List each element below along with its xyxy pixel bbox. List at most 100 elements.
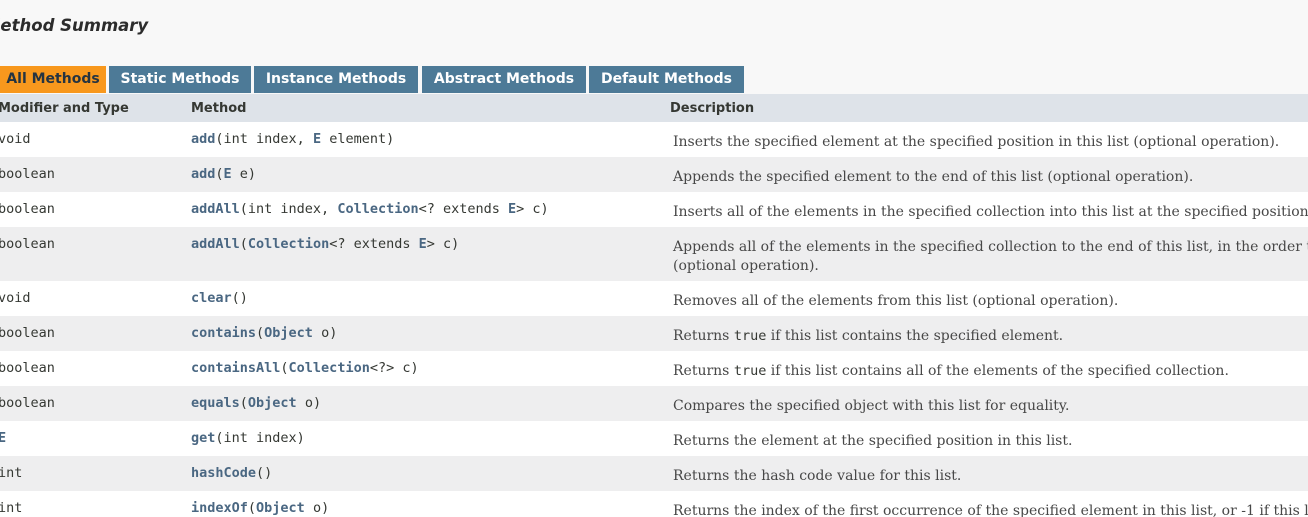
signature-text: > c): [516, 201, 549, 217]
table-row: boolean addAll(int index, Collection<? ex…: [0, 192, 1308, 227]
type-link[interactable]: Object: [256, 500, 305, 516]
section-title: Method Summary: [0, 16, 149, 35]
method-link[interactable]: get: [191, 430, 215, 446]
table-row: void clear() Removes all of the elements f…: [0, 281, 1308, 316]
table-row: void add(int index, E element) Inserts the…: [0, 122, 1308, 157]
table-header-row: Modifier and Type Method Description: [0, 94, 1308, 122]
signature-text: (: [280, 360, 289, 376]
table-row: boolean equals(Object o) Compares the spec…: [0, 386, 1308, 421]
method-signature: contains(Object o): [191, 325, 337, 341]
tab-instance-methods[interactable]: Instance Methods: [254, 66, 418, 93]
method-link[interactable]: addAll: [191, 236, 240, 252]
table-row: boolean contains(Object o) Returns true if…: [0, 316, 1308, 351]
description-text: if this list contains all of the element…: [766, 363, 1229, 379]
summary-header: Method Summary: [0, 0, 1308, 56]
return-type: boolean: [0, 236, 55, 252]
description-text: Returns: [673, 363, 734, 379]
signature-text: (int index): [215, 430, 305, 446]
method-signature: add(E e): [191, 166, 256, 182]
type-link[interactable]: E: [419, 236, 427, 252]
column-header-modifier-type: Modifier and Type: [0, 101, 129, 116]
tab-default-methods[interactable]: Default Methods: [589, 66, 744, 93]
table-row: boolean add(E e) Appends the specified ele…: [0, 157, 1308, 192]
signature-text: (: [215, 166, 224, 182]
return-type: int: [0, 465, 23, 481]
method-signature: add(int index, E element): [191, 131, 394, 147]
method-link[interactable]: add: [191, 166, 215, 182]
description-line: Inserts the specified element at the spe…: [673, 134, 1280, 150]
signature-text: (: [247, 500, 257, 516]
description-line: Returns the element at the specified pos…: [673, 433, 1073, 449]
description-text: Returns: [673, 328, 734, 344]
type-link[interactable]: Object: [264, 325, 313, 341]
signature-text: <? extends: [329, 236, 419, 252]
method-link[interactable]: containsAll: [191, 360, 280, 376]
signature-text: (int index,: [239, 201, 338, 217]
type-link[interactable]: Collection: [248, 236, 329, 252]
method-description: Returns the element at the specified pos…: [673, 432, 1308, 451]
inline-code: true: [733, 328, 767, 344]
method-link[interactable]: equals: [191, 395, 240, 411]
method-link[interactable]: clear: [191, 290, 232, 306]
table-row: boolean addAll(Collection<? extends E> c)…: [0, 227, 1308, 281]
method-signature: equals(Object o): [191, 395, 321, 411]
type-link[interactable]: Collection: [337, 201, 418, 217]
method-tab-strip: All Methods Static Methods Instance Meth…: [0, 56, 1308, 94]
method-link[interactable]: contains: [191, 325, 256, 341]
signature-text: o): [312, 325, 338, 341]
signature-text: <?> c): [369, 360, 419, 376]
signature-text: > c): [426, 236, 460, 252]
method-description: Appends the specified element to the end…: [673, 168, 1308, 187]
table-row: Eget(int index) Returns the element at th…: [0, 421, 1308, 456]
method-link[interactable]: indexOf: [191, 500, 248, 516]
signature-text: e): [231, 166, 257, 182]
method-link[interactable]: add: [191, 131, 215, 147]
return-type: void: [0, 131, 31, 147]
method-signature: addAll(int index, Collection<? extends E…: [191, 201, 549, 217]
type-link[interactable]: Object: [248, 395, 297, 411]
tab-abstract-methods[interactable]: Abstract Methods: [422, 66, 586, 93]
description-line: Returns the hash code value for this lis…: [673, 468, 962, 484]
tab-all-methods[interactable]: All Methods: [0, 66, 106, 93]
method-description: Returns the index of the first occurrenc…: [673, 502, 1308, 517]
description-line: Inserts all of the elements in the speci…: [673, 204, 1308, 220]
method-link[interactable]: hashCode: [191, 465, 256, 481]
type-link[interactable]: Collection: [289, 360, 370, 376]
column-header-description: Description: [670, 101, 755, 116]
method-link[interactable]: addAll: [191, 201, 240, 217]
description-line: Appends all of the elements in the speci…: [673, 239, 1308, 255]
method-signature: hashCode(): [191, 465, 272, 481]
signature-text: element): [321, 131, 395, 147]
page: Method Summary All Methods Static Method…: [0, 0, 1308, 517]
signature-text: <? extends: [418, 201, 509, 217]
signature-text: (: [256, 325, 265, 341]
method-signature: addAll(Collection<? extends E> c): [191, 236, 459, 252]
inline-code: true: [733, 363, 767, 379]
description-text: if this list contains the specified elem…: [766, 328, 1064, 344]
type-link[interactable]: E: [224, 166, 232, 182]
return-type: boolean: [0, 360, 55, 376]
return-type[interactable]: E: [0, 430, 6, 446]
type-link[interactable]: E: [508, 201, 516, 217]
method-description: Inserts all of the elements in the speci…: [673, 203, 1308, 222]
table-row: int indexOf(Object o) Returns the index of…: [0, 491, 1308, 517]
method-description: Appends all of the elements in the speci…: [673, 238, 1308, 276]
method-description: Returns true if this list contains all o…: [673, 362, 1308, 381]
signature-text: (int index,: [215, 131, 313, 147]
return-type: boolean: [0, 395, 55, 411]
return-type: void: [0, 290, 31, 306]
description-line: Returns the index of the first occurrenc…: [673, 503, 1308, 517]
tab-static-methods[interactable]: Static Methods: [109, 66, 251, 93]
signature-text: (): [256, 465, 273, 481]
type-link[interactable]: E: [313, 131, 321, 147]
description-line: Compares the specified object with this …: [673, 398, 1070, 414]
method-description: Removes all of the elements from this li…: [673, 292, 1308, 311]
column-header-method: Method: [191, 101, 247, 116]
signature-text: o): [296, 395, 322, 411]
return-type: boolean: [0, 166, 55, 182]
signature-text: (: [239, 236, 248, 252]
description-line: (optional operation).: [673, 258, 819, 274]
return-type: boolean: [0, 201, 55, 217]
method-signature: indexOf(Object o): [191, 500, 329, 516]
signature-text: (: [239, 395, 248, 411]
